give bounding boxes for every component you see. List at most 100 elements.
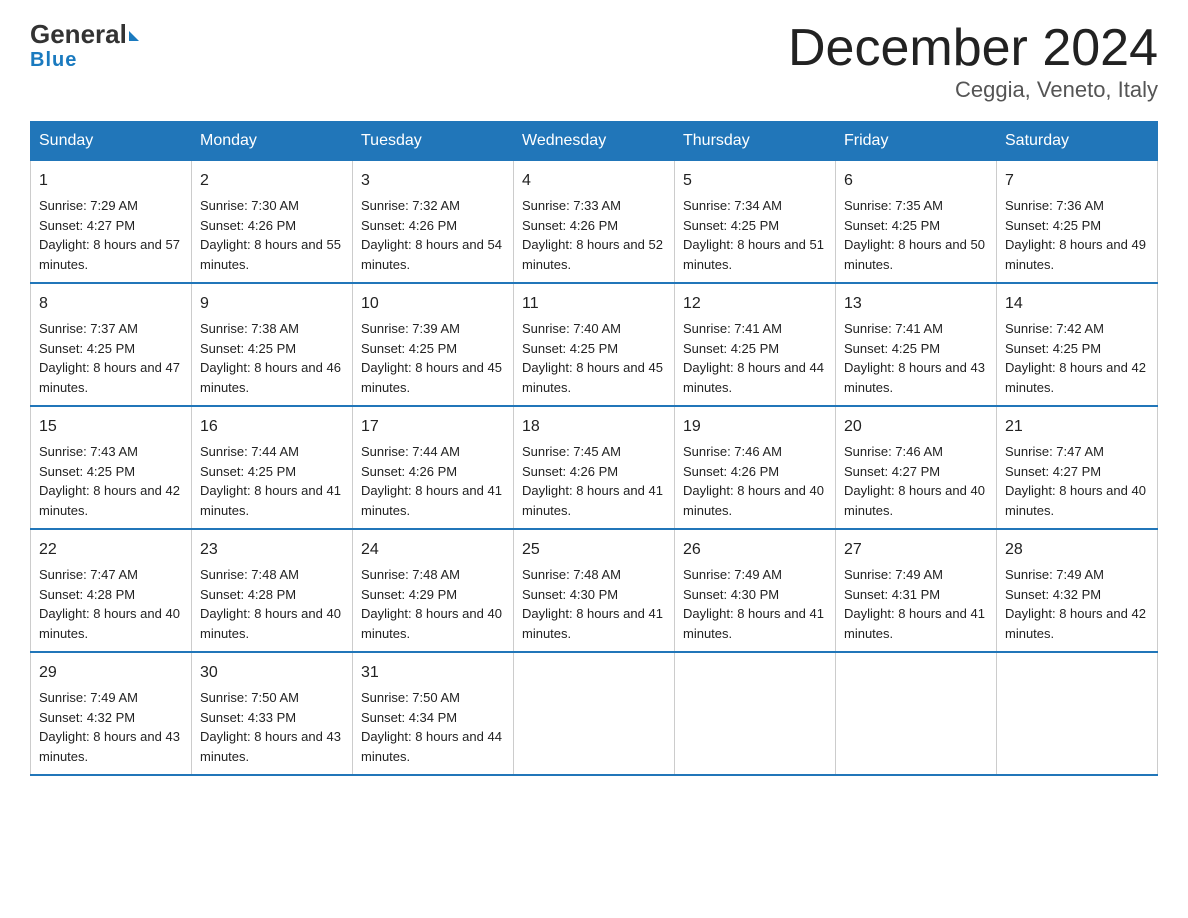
daylight-text: Daylight: 8 hours and 42 minutes. [39, 483, 180, 518]
day-number: 30 [200, 661, 344, 685]
daylight-text: Daylight: 8 hours and 55 minutes. [200, 237, 341, 272]
sunset-text: Sunset: 4:27 PM [844, 464, 940, 479]
daylight-text: Daylight: 8 hours and 49 minutes. [1005, 237, 1146, 272]
logo-arrow-icon [129, 31, 139, 41]
calendar-cell: 29Sunrise: 7:49 AMSunset: 4:32 PMDayligh… [31, 652, 192, 775]
sunset-text: Sunset: 4:31 PM [844, 587, 940, 602]
sunrise-text: Sunrise: 7:49 AM [39, 690, 138, 705]
sunrise-text: Sunrise: 7:43 AM [39, 444, 138, 459]
day-number: 22 [39, 538, 183, 562]
calendar-cell: 25Sunrise: 7:48 AMSunset: 4:30 PMDayligh… [514, 529, 675, 652]
calendar-cell: 18Sunrise: 7:45 AMSunset: 4:26 PMDayligh… [514, 406, 675, 529]
daylight-text: Daylight: 8 hours and 40 minutes. [361, 606, 502, 641]
calendar-cell: 2Sunrise: 7:30 AMSunset: 4:26 PMDaylight… [192, 161, 353, 284]
sunset-text: Sunset: 4:26 PM [361, 218, 457, 233]
sunset-text: Sunset: 4:29 PM [361, 587, 457, 602]
calendar-cell: 27Sunrise: 7:49 AMSunset: 4:31 PMDayligh… [836, 529, 997, 652]
daylight-text: Daylight: 8 hours and 43 minutes. [844, 360, 985, 395]
daylight-text: Daylight: 8 hours and 40 minutes. [1005, 483, 1146, 518]
header-friday: Friday [836, 122, 997, 161]
daylight-text: Daylight: 8 hours and 57 minutes. [39, 237, 180, 272]
header-sunday: Sunday [31, 122, 192, 161]
day-number: 3 [361, 169, 505, 193]
daylight-text: Daylight: 8 hours and 41 minutes. [522, 606, 663, 641]
daylight-text: Daylight: 8 hours and 41 minutes. [683, 606, 824, 641]
sunrise-text: Sunrise: 7:47 AM [39, 567, 138, 582]
day-number: 23 [200, 538, 344, 562]
sunset-text: Sunset: 4:26 PM [683, 464, 779, 479]
sunset-text: Sunset: 4:34 PM [361, 710, 457, 725]
sunrise-text: Sunrise: 7:42 AM [1005, 321, 1104, 336]
day-number: 7 [1005, 169, 1149, 193]
calendar-cell: 16Sunrise: 7:44 AMSunset: 4:25 PMDayligh… [192, 406, 353, 529]
daylight-text: Daylight: 8 hours and 43 minutes. [39, 729, 180, 764]
daylight-text: Daylight: 8 hours and 41 minutes. [522, 483, 663, 518]
sunset-text: Sunset: 4:32 PM [1005, 587, 1101, 602]
calendar-cell: 4 Sunrise: 7:33 AM Sunset: 4:26 PM Daylight… [514, 161, 675, 284]
calendar-cell: 11Sunrise: 7:40 AMSunset: 4:25 PMDayligh… [514, 283, 675, 406]
calendar-cell: 8Sunrise: 7:37 AMSunset: 4:25 PMDaylight… [31, 283, 192, 406]
sunset-text: Sunset: 4:26 PM [522, 218, 618, 233]
daylight-text: Daylight: 8 hours and 42 minutes. [1005, 606, 1146, 641]
daylight-text: Daylight: 8 hours and 47 minutes. [39, 360, 180, 395]
sunrise-text: Sunrise: 7:29 AM [39, 198, 138, 213]
day-number: 14 [1005, 292, 1149, 316]
daylight-text: Daylight: 8 hours and 40 minutes. [200, 606, 341, 641]
day-number: 24 [361, 538, 505, 562]
calendar-cell: 12Sunrise: 7:41 AMSunset: 4:25 PMDayligh… [675, 283, 836, 406]
header-saturday: Saturday [997, 122, 1158, 161]
daylight-text: Daylight: 8 hours and 41 minutes. [844, 606, 985, 641]
calendar-cell: 14Sunrise: 7:42 AMSunset: 4:25 PMDayligh… [997, 283, 1158, 406]
calendar-cell: 19Sunrise: 7:46 AMSunset: 4:26 PMDayligh… [675, 406, 836, 529]
daylight-text: Daylight: 8 hours and 52 minutes. [522, 237, 663, 272]
header-wednesday: Wednesday [514, 122, 675, 161]
daylight-text: Daylight: 8 hours and 54 minutes. [361, 237, 502, 272]
sunrise-text: Sunrise: 7:33 AM [522, 198, 621, 213]
sunrise-text: Sunrise: 7:44 AM [361, 444, 460, 459]
daylight-text: Daylight: 8 hours and 45 minutes. [522, 360, 663, 395]
page-header: General Blue December 2024 Ceggia, Venet… [30, 20, 1158, 103]
sunset-text: Sunset: 4:25 PM [39, 464, 135, 479]
sunrise-text: Sunrise: 7:48 AM [200, 567, 299, 582]
calendar-cell: 24 Sunrise: 7:48 AM Sunset: 4:29 PM Dayligh… [353, 529, 514, 652]
daylight-text: Daylight: 8 hours and 40 minutes. [39, 606, 180, 641]
sunrise-text: Sunrise: 7:50 AM [200, 690, 299, 705]
sunset-text: Sunset: 4:25 PM [522, 341, 618, 356]
calendar-cell: 1Sunrise: 7:29 AMSunset: 4:27 PMDaylight… [31, 161, 192, 284]
calendar-cell [675, 652, 836, 775]
day-number: 25 [522, 538, 666, 562]
sunset-text: Sunset: 4:26 PM [361, 464, 457, 479]
day-number: 9 [200, 292, 344, 316]
calendar-header-row: SundayMondayTuesdayWednesdayThursdayFrid… [31, 122, 1158, 161]
calendar-cell: 22Sunrise: 7:47 AMSunset: 4:28 PMDayligh… [31, 529, 192, 652]
logo-blue: Blue [30, 49, 77, 72]
sunrise-text: Sunrise: 7:47 AM [1005, 444, 1104, 459]
calendar-cell: 28Sunrise: 7:49 AMSunset: 4:32 PMDayligh… [997, 529, 1158, 652]
sunrise-text: Sunrise: 7:35 AM [844, 198, 943, 213]
header-tuesday: Tuesday [353, 122, 514, 161]
daylight-text: Daylight: 8 hours and 40 minutes. [683, 483, 824, 518]
sunrise-text: Sunrise: 7:46 AM [844, 444, 943, 459]
day-number: 4 [522, 169, 666, 193]
week-row-3: 15Sunrise: 7:43 AMSunset: 4:25 PMDayligh… [31, 406, 1158, 529]
sunrise-text: Sunrise: 7:48 AM [361, 567, 460, 582]
day-number: 2 [200, 169, 344, 193]
calendar-cell: 17Sunrise: 7:44 AMSunset: 4:26 PMDayligh… [353, 406, 514, 529]
header-monday: Monday [192, 122, 353, 161]
day-number: 16 [200, 415, 344, 439]
daylight-text: Daylight: 8 hours and 45 minutes. [361, 360, 502, 395]
calendar-cell: 15Sunrise: 7:43 AMSunset: 4:25 PMDayligh… [31, 406, 192, 529]
sunset-text: Sunset: 4:25 PM [1005, 218, 1101, 233]
sunrise-text: Sunrise: 7:40 AM [522, 321, 621, 336]
sunrise-text: Sunrise: 7:32 AM [361, 198, 460, 213]
calendar-cell: 9Sunrise: 7:38 AMSunset: 4:25 PMDaylight… [192, 283, 353, 406]
header-thursday: Thursday [675, 122, 836, 161]
sunrise-text: Sunrise: 7:50 AM [361, 690, 460, 705]
sunset-text: Sunset: 4:25 PM [200, 464, 296, 479]
day-number: 12 [683, 292, 827, 316]
sunset-text: Sunset: 4:26 PM [200, 218, 296, 233]
sunset-text: Sunset: 4:25 PM [844, 218, 940, 233]
week-row-2: 8Sunrise: 7:37 AMSunset: 4:25 PMDaylight… [31, 283, 1158, 406]
calendar-cell: 3 Sunrise: 7:32 AM Sunset: 4:26 PM Daylight… [353, 161, 514, 284]
sunrise-text: Sunrise: 7:45 AM [522, 444, 621, 459]
